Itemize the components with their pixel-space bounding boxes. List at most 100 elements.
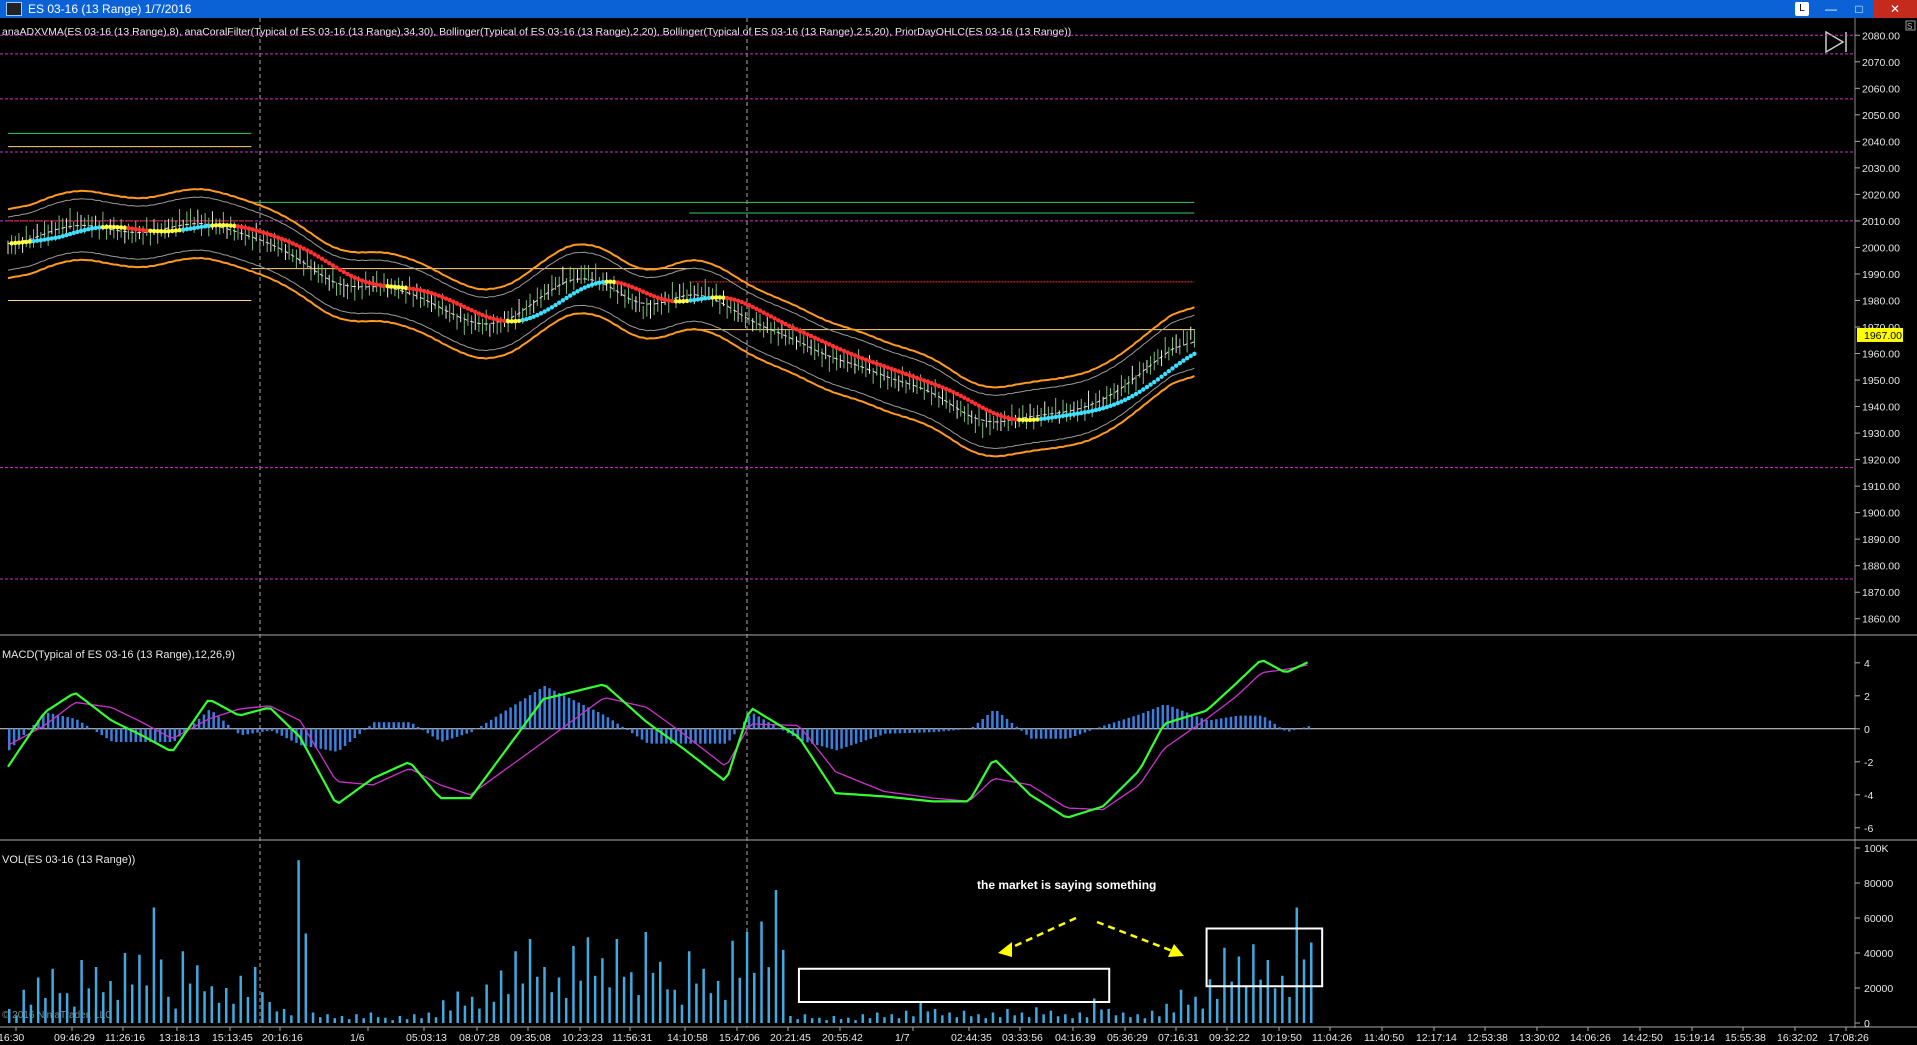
volume-bar [673,989,676,1023]
volume-bar [854,1020,857,1023]
adx-vma-dot [1188,353,1193,359]
volume-bar [1244,986,1248,1023]
price-tick-label: 1900.00 [1862,508,1900,520]
volume-bar [702,968,705,1023]
price-tick-label: 2070.00 [1862,57,1900,69]
macd-histogram-bar [538,689,542,729]
macd-histogram-bar [285,728,288,739]
volume-bar [398,1016,402,1023]
volume-bar [333,1018,336,1023]
macd-histogram-bar [767,722,770,729]
adx-vma-dot [615,280,620,285]
macd-tick-label: 0 [1864,724,1870,736]
macd-histogram-bar [947,728,950,731]
macd-histogram-bar [119,728,123,742]
adx-vma-dot [86,227,91,232]
macd-histogram-bar [426,728,430,734]
adx-vma-dot [564,295,569,301]
macd-histogram-bar [455,728,459,737]
volume-bar [413,1014,416,1023]
adx-vma-dot [1089,408,1095,414]
x-tick-label: 04:16:39 [1055,1032,1096,1044]
x-tick-label: 14:06:26 [1570,1032,1611,1044]
macd-histogram-bar [110,728,113,742]
macd-histogram-bar [421,728,425,731]
volume-bar [1288,997,1291,1023]
macd-histogram-bar [1181,710,1184,729]
volume-bar [1020,1012,1024,1023]
macd-histogram-bar [562,695,566,729]
x-tick-label: 09:35:08 [510,1032,551,1044]
x-tick-label: 1/6 [350,1032,365,1044]
macd-histogram-bar [713,728,717,744]
macd-histogram-bar [587,707,590,729]
macd-histogram-bar [1307,726,1311,729]
x-tick-label: 20:16:16 [262,1032,303,1044]
macd-histogram-bar [582,704,585,729]
volume-bar [1136,1014,1139,1023]
minimize-button[interactable]: — [1817,0,1845,18]
macd-histogram-bar [728,728,731,741]
x-tick-label: 20:55:42 [822,1032,863,1044]
volume-bar [543,967,546,1023]
macd-histogram-bar [270,728,274,732]
volume-bar [876,1012,879,1023]
macd-histogram-bar [1015,726,1019,729]
macd-histogram-bar [465,728,469,734]
macd-histogram-bar [71,718,74,729]
volume-bar [781,949,785,1023]
adx-vma-dot [1079,410,1084,416]
window-titlebar: ES 03-16 (13 Range) 1/7/2016 L — □ ✕ [0,0,1917,18]
volume-bar [760,921,763,1023]
x-tick-label: 1/7 [895,1032,910,1044]
macd-histogram-bar [631,728,634,734]
macd-histogram-bar [1073,728,1077,737]
volume-bar [818,1017,821,1023]
chart-canvas[interactable]: anaADXVMA(ES 03-16 (13 Range),8), anaCor… [0,18,1917,1045]
maximize-button[interactable]: □ [1845,0,1873,18]
adx-vma-dot [246,226,252,231]
volume-bar [405,1019,409,1023]
macd-histogram-bar [854,728,858,744]
volume-bar [138,954,141,1023]
macd-histogram-bar [1108,723,1111,729]
macd-histogram-bar [173,728,176,741]
macd-histogram-bar [338,728,342,750]
adx-vma-dot [553,302,558,308]
volume-bar [116,999,119,1023]
volume-bar [456,991,459,1023]
macd-histogram-bar [879,728,882,736]
macd-histogram-bar [1244,715,1247,729]
macd-histogram-bar [1137,714,1140,729]
volume-bar [369,1012,373,1023]
volume-bar [449,1010,452,1023]
macd-histogram-bar [251,728,254,734]
volume-bar [933,1009,937,1023]
macd-histogram-bar [1151,709,1155,729]
volume-bar [1194,996,1197,1023]
volume-bar [94,967,98,1023]
volume-bar [1042,1014,1045,1023]
link-button[interactable]: L [1795,2,1809,16]
x-tick-label: 14:10:58 [667,1032,708,1044]
macd-histogram-bar [1132,716,1135,729]
volume-bar [203,991,206,1023]
volume-bar [1121,1012,1125,1023]
macd-histogram-bar [694,728,697,744]
macd-histogram-bar [1098,727,1101,729]
volume-bar [73,1006,76,1023]
macd-histogram-bar [416,726,420,729]
macd-histogram-bar [1249,715,1252,729]
close-button[interactable]: ✕ [1873,0,1917,18]
macd-histogram-bar [640,728,644,740]
adx-vma-dot [418,288,423,293]
adx-vma-dot [411,286,416,292]
macd-histogram-bar [825,728,829,748]
macd-histogram-bar [1103,725,1106,729]
macd-histogram-bar [976,722,980,729]
macd-histogram-bar [46,712,50,729]
macd-histogram-bar [1112,722,1116,729]
macd-histogram-bar [1229,716,1233,729]
macd-histogram-bar [971,726,975,729]
volume-bar [159,959,163,1023]
